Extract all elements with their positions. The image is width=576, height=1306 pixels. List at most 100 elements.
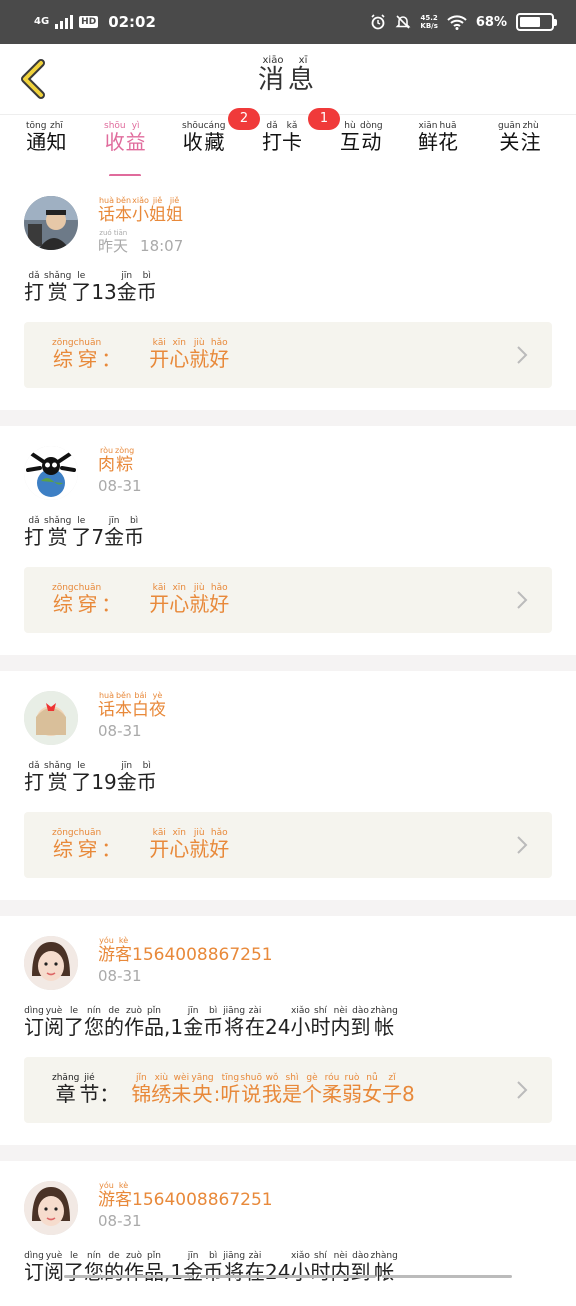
work-link[interactable]: zhāng 章 jié 节 ： jǐn 锦 xiù 绣 wèi 未 yāng 央 : tīng 听 shuō…: [24, 1056, 552, 1123]
message-text: dìng 订 yuè 阅 le 了 nín 您 de 的 zuò 作 pǐn 品 ,1 jīn 金 bì 币 jiān…: [24, 1006, 552, 1039]
avatar[interactable]: [24, 196, 78, 250]
message-char: zài 在: [245, 1005, 266, 1039]
item-header: yóu 游 kè 客 1564008867251 08-31: [24, 935, 552, 990]
message-text: dǎ 打 shǎng 赏 le 了 13 jīn 金 bì 币: [24, 271, 552, 304]
message-char: le 了: [71, 270, 92, 304]
tab-bar: tōng 通 zhī 知 shōu 收 yì 益 shōu 收 cáng 藏 2 dǎ 打 kǎ 卡 1 hù 互 dò…: [0, 108, 576, 177]
avatar[interactable]: [24, 1180, 78, 1235]
wifi-icon: [447, 14, 467, 30]
timestamp-value: 08-31: [98, 967, 142, 986]
message-char: xiǎo 小: [290, 1005, 311, 1039]
message-char: jīn 金: [116, 270, 137, 304]
timestamp-value: 18:07: [140, 236, 184, 255]
work-title-char: wèi 未: [171, 1073, 192, 1107]
user-name[interactable]: yóu 游 kè 客 1564008867251: [98, 1181, 273, 1211]
work-label: zōng 综 chuān 穿 ：: [52, 583, 121, 616]
item-meta: yóu 游 kè 客 1564008867251 08-31: [98, 936, 273, 986]
timestamp: zuó 昨 tiān 天 18:07: [98, 228, 183, 255]
work-title-char: kāi 开: [149, 338, 170, 372]
user-name[interactable]: huà 话 běn 本 xiǎo 小 jiě 姐 jiě 姐: [98, 196, 183, 226]
timestamp-char: tiān 天: [113, 228, 129, 255]
work-link[interactable]: zōng 综 chuān 穿 ： kāi 开 xīn 心 jiù 就 hǎo 好: [24, 321, 552, 388]
tab-guān-zhù[interactable]: guān 关 zhù 注: [498, 121, 541, 169]
item-meta: huà 话 běn 本 bái 白 yè 夜 08-31: [98, 691, 166, 741]
battery-icon: [516, 13, 557, 31]
chevron-right-icon: [517, 1081, 528, 1099]
item-meta: huà 话 běn 本 xiǎo 小 jiě 姐 jiě 姐 zuó 昨 tiān 天 18:07: [98, 196, 183, 255]
work-title-char: xiù 绣: [151, 1073, 172, 1107]
battery-percent: 68%: [475, 14, 507, 30]
work-label-char: chuān 穿: [73, 828, 102, 862]
tab-hù-dòng[interactable]: hù 互 dòng 动: [340, 121, 383, 169]
user-name-char: yóu 游: [98, 935, 115, 965]
user-name-char: běn 本: [115, 196, 132, 225]
list-item[interactable]: huà 话 běn 本 xiǎo 小 jiě 姐 jiě 姐 zuó 昨 tiān 天 18:07 dǎ 打 sh…: [0, 176, 576, 410]
user-name[interactable]: yóu 游 kè 客 1564008867251: [98, 936, 273, 966]
user-name-char: huà 话: [98, 196, 115, 225]
tab-shōu-cáng[interactable]: shōu 收 cáng 藏 2: [182, 108, 260, 169]
message-char: bì 币: [136, 270, 157, 304]
user-name-char: zòng 粽: [115, 445, 135, 475]
title-char: xiāo 消: [257, 55, 288, 95]
tab-char: cáng 藏: [203, 121, 226, 154]
user-name-char: kè 客: [115, 935, 132, 965]
message-char: jīn 金: [116, 760, 137, 794]
user-name[interactable]: ròu 肉 zòng 粽: [98, 446, 142, 476]
message-char: dào 到: [350, 1005, 371, 1039]
avatar[interactable]: [24, 445, 78, 500]
work-title-char: xīn 心: [169, 828, 190, 862]
work-title-char: yāng 央: [191, 1073, 214, 1107]
message-char: shǎng 赏: [44, 515, 72, 549]
divider: [0, 654, 576, 671]
list-item[interactable]: ròu 肉 zòng 粽 08-31 dǎ 打 shǎng 赏 le 了 7 jīn 金 bì 币 zōng 综 c…: [0, 425, 576, 655]
tab-char: hù 互: [340, 121, 360, 154]
net-speed: 45.2 KB/s: [420, 14, 438, 30]
list-item[interactable]: yóu 游 kè 客 1564008867251 08-31 dìng 订 yuè 阅 le 了 nín…: [0, 915, 576, 1145]
avatar[interactable]: [24, 935, 78, 990]
work-title-char: jiù 就: [189, 583, 210, 617]
work-title-char: xīn 心: [169, 583, 190, 617]
tab-shōu-yì[interactable]: shōu 收 yì 益: [104, 121, 146, 177]
timestamp: 08-31: [98, 1212, 273, 1230]
work-title-char: kāi 开: [149, 828, 170, 862]
list-item[interactable]: huà 话 běn 本 bái 白 yè 夜 08-31 dǎ 打 shǎng 赏 le 了 19 jīn 金 bì…: [0, 670, 576, 900]
tab-char: yì 益: [125, 121, 146, 154]
work-title-char: :: [213, 1082, 221, 1107]
message-char: pǐn 品: [144, 1005, 164, 1039]
user-name-char: jiě 姐: [149, 196, 166, 225]
work-label-char: ：: [101, 592, 122, 617]
timestamp-value: 08-31: [98, 722, 142, 741]
tab-dǎ-kǎ[interactable]: dǎ 打 kǎ 卡 1: [262, 108, 340, 169]
message-char: dìng 订: [24, 1005, 44, 1039]
mute-icon: [395, 15, 411, 29]
chevron-right-icon: [517, 836, 528, 854]
avatar[interactable]: [24, 690, 78, 745]
user-name-char: xiǎo 小: [132, 196, 149, 225]
divider: [0, 409, 576, 426]
network-type: 4G: [34, 16, 50, 27]
tab-char: xiān 鲜: [418, 121, 438, 154]
tab-tōng-zhī[interactable]: tōng 通 zhī 知: [26, 121, 66, 169]
item-header: yóu 游 kè 客 1564008867251 08-31: [24, 1180, 552, 1235]
item-header: ròu 肉 zòng 粽 08-31: [24, 445, 552, 500]
work-link[interactable]: zōng 综 chuān 穿 ： kāi 开 xīn 心 jiù 就 hǎo 好: [24, 811, 552, 878]
message-number: 19: [91, 769, 117, 794]
work-title-char: hǎo 好: [209, 338, 230, 372]
tab-xiān-huā[interactable]: xiān 鲜 huā 花: [418, 121, 458, 169]
message-char: le 了: [71, 515, 92, 549]
list-item[interactable]: yóu 游 kè 客 1564008867251 08-31 dìng 订 yuè 阅 le 了 nín…: [0, 1160, 576, 1306]
work-label: zōng 综 chuān 穿 ：: [52, 828, 121, 861]
work-label-char: ：: [99, 1082, 120, 1107]
user-name[interactable]: huà 话 běn 本 bái 白 yè 夜: [98, 691, 166, 721]
user-name-char: yóu 游: [98, 1180, 115, 1210]
message-char: zhàng 帐: [370, 1005, 398, 1039]
item-header: huà 话 běn 本 xiǎo 小 jiě 姐 jiě 姐 zuó 昨 tiān 天 18:07: [24, 196, 552, 255]
work-label-char: chuān 穿: [73, 583, 102, 617]
message-number: 13: [91, 279, 117, 304]
message-char: nèi 内: [330, 1005, 351, 1039]
work-label-char: ：: [101, 347, 122, 372]
tab-char: tōng 通: [26, 121, 47, 154]
work-link[interactable]: zōng 综 chuān 穿 ： kāi 开 xīn 心 jiù 就 hǎo 好: [24, 566, 552, 633]
message-char: le 了: [71, 760, 92, 794]
user-name-char: kè 客: [115, 1180, 132, 1210]
